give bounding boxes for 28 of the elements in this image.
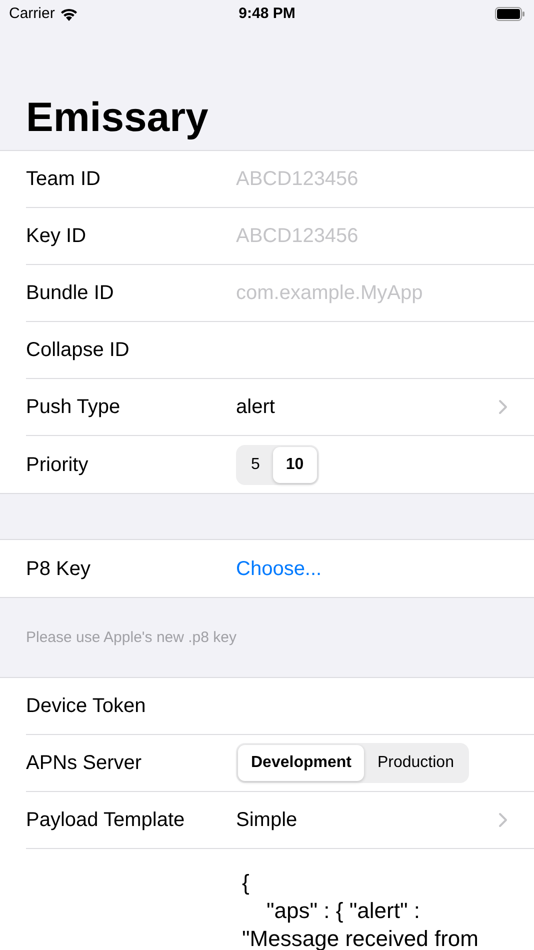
text-field[interactable]: com.example.MyApp <box>236 276 534 310</box>
row-label: APNs Server <box>26 751 143 776</box>
row-label: P8 Key <box>26 556 92 582</box>
row-label: Team ID <box>26 167 102 192</box>
page-title: Emissary <box>26 97 208 138</box>
row-label: Device Token <box>26 694 147 719</box>
row-label: Collapse ID <box>26 338 130 363</box>
segment[interactable]: 5 <box>238 446 273 482</box>
status-time: 9:48 PM <box>238 4 296 24</box>
row-label: Push Type <box>26 395 122 420</box>
text-field[interactable]: ABCD123456 <box>236 219 534 253</box>
row-value: Simple <box>236 808 298 833</box>
carrier-label: Carrier <box>9 4 55 24</box>
segment[interactable]: Production <box>364 745 467 781</box>
chevron-right-icon <box>498 399 508 415</box>
segment[interactable]: 10 <box>272 446 317 482</box>
row-label: Key ID <box>26 224 88 249</box>
battery-icon <box>494 7 525 21</box>
chevron-right-icon <box>498 812 508 828</box>
text-field[interactable]: ABCD123456 <box>236 162 534 196</box>
section-footer: Please use Apple's new .p8 key <box>26 629 236 646</box>
wifi-icon <box>60 8 78 20</box>
row-label: Payload Template <box>26 808 186 833</box>
choose-link[interactable]: Choose... <box>236 554 322 584</box>
row-label: Bundle ID <box>26 281 115 306</box>
segment[interactable]: Development <box>238 745 364 781</box>
row-label: Priority <box>26 452 90 478</box>
row-value: alert <box>236 395 275 420</box>
